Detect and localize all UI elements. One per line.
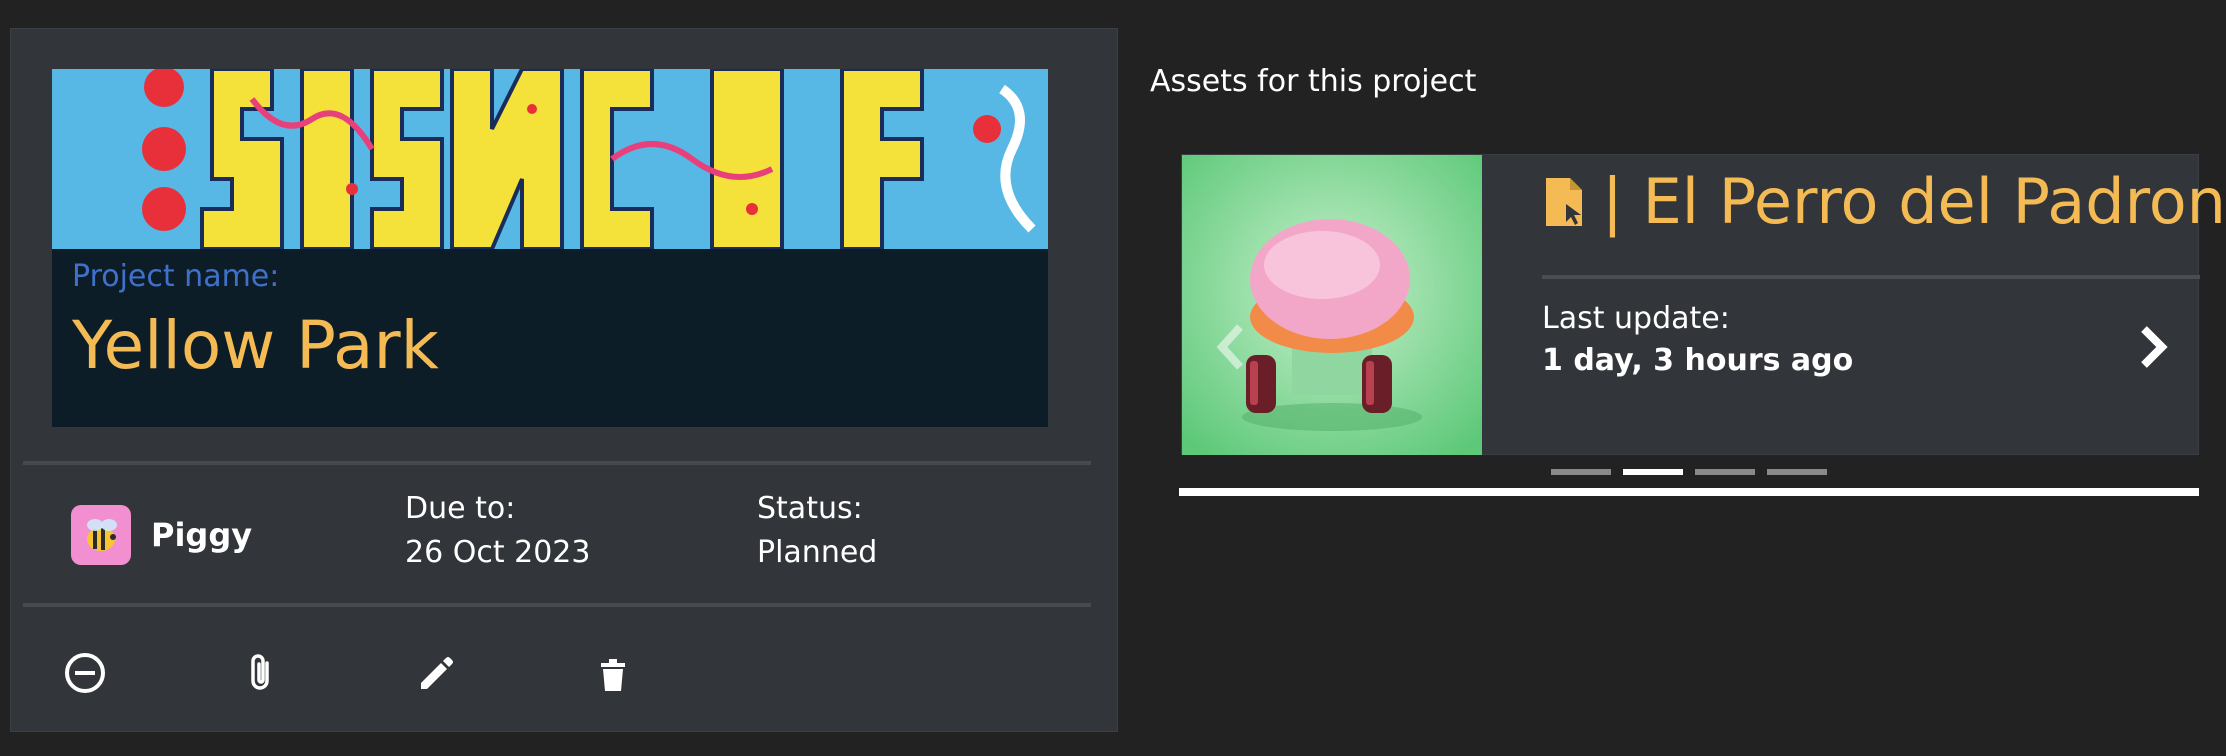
avatar — [71, 505, 131, 565]
carousel-prev-button[interactable] — [1206, 317, 1256, 377]
carousel-progress-bar — [1179, 488, 2199, 496]
due-value: 26 Oct 2023 — [405, 535, 591, 570]
bee-icon — [87, 519, 117, 551]
asset-title-row: | El Perro del Padron — [1542, 165, 2226, 238]
last-update-value: 1 day, 3 hours ago — [1542, 343, 1854, 378]
due-label: Due to: — [405, 491, 516, 526]
status-value: Planned — [757, 535, 878, 570]
project-name: Yellow Park — [72, 307, 439, 384]
chevron-left-icon — [1216, 324, 1243, 370]
owner-name: Piggy — [151, 516, 253, 554]
asset-carousel-card: | El Perro del Padron Last update: 1 day… — [1181, 154, 2226, 455]
project-banner-image — [52, 69, 1048, 249]
project-name-panel: Project name: Yellow Park — [52, 249, 1048, 427]
last-update-label: Last update: — [1542, 301, 1730, 336]
project-name-label: Project name: — [72, 259, 280, 294]
paperclip-icon — [251, 654, 269, 690]
assets-section-title: Assets for this project — [1150, 64, 1477, 99]
status-field: Status: Planned — [757, 487, 877, 575]
edit-button[interactable] — [407, 643, 467, 703]
carousel-dot-active[interactable] — [1623, 469, 1683, 475]
delete-button[interactable] — [583, 643, 643, 703]
carousel-indicators — [1551, 469, 1827, 475]
chevron-right-icon — [2141, 326, 2168, 368]
carousel-dot[interactable] — [1767, 469, 1827, 475]
file-cursor-icon — [1546, 177, 1582, 226]
due-date-field: Due to: 26 Oct 2023 — [405, 487, 590, 575]
project-owner: Piggy — [71, 505, 252, 565]
asset-thumbnail-image — [1182, 155, 1482, 455]
minus-circle-icon — [65, 653, 105, 693]
pencil-icon — [421, 657, 453, 689]
carousel-dot[interactable] — [1551, 469, 1611, 475]
carousel-next-button[interactable] — [2122, 317, 2182, 377]
remove-button[interactable] — [55, 643, 115, 703]
status-label: Status: — [757, 491, 863, 526]
divider — [23, 603, 1091, 607]
project-card: Project name: Yellow Park Piggy Due to: … — [10, 28, 1118, 732]
divider — [23, 461, 1091, 465]
attach-button[interactable] — [231, 643, 291, 703]
trash-icon — [601, 659, 625, 691]
asset-title: | El Perro del Padron — [1602, 165, 2226, 238]
divider — [1542, 275, 2200, 279]
carousel-dot[interactable] — [1695, 469, 1755, 475]
project-actions — [55, 643, 675, 703]
